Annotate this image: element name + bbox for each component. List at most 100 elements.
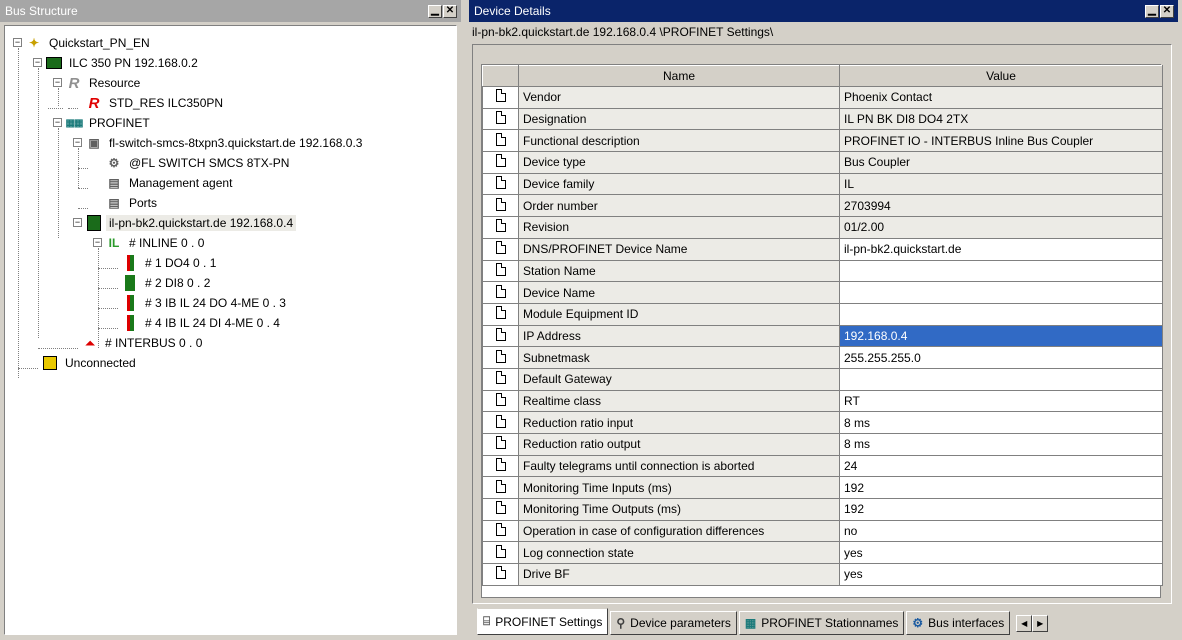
close-button[interactable]: ✕ — [1160, 4, 1174, 18]
property-doc-icon-cell — [482, 129, 519, 153]
property-row[interactable]: Reduction ratio output 8 ms — [482, 433, 1163, 456]
profinet-icon: ▦▦ — [65, 117, 84, 129]
tab-device-parameters[interactable]: ⚲ Device parameters — [610, 611, 737, 635]
property-value[interactable] — [839, 302, 1163, 326]
property-row[interactable]: Designation IL PN BK DI8 DO4 2TX — [482, 107, 1163, 131]
header-name[interactable]: Name — [518, 65, 840, 87]
property-doc-icon-cell — [482, 259, 519, 283]
property-row[interactable]: DNS/PROFINET Device Name il-pn-bk2.quicks… — [482, 237, 1163, 261]
property-row[interactable]: Operation in case of configuration diffe… — [482, 519, 1163, 543]
property-row[interactable]: Station Name — [482, 259, 1163, 283]
property-row[interactable]: Monitoring Time Outputs (ms) 192 — [482, 498, 1163, 521]
property-row[interactable]: Subnetmask 255.255.255.0 — [482, 346, 1163, 369]
property-doc-icon-cell — [482, 324, 519, 348]
property-row[interactable]: Faulty telegrams until connection is abo… — [482, 454, 1163, 478]
property-row[interactable]: Drive BF yes — [482, 563, 1163, 586]
property-doc-icon-cell — [482, 107, 519, 131]
tree-node-project[interactable]: ✦ Quickstart_PN_EN — [25, 33, 153, 53]
collapse-toggle[interactable]: − — [33, 58, 42, 67]
property-value[interactable]: 255.255.255.0 — [839, 346, 1163, 369]
tree-node-switch-device[interactable]: ⚙ @FL SWITCH SMCS 8TX-PN — [105, 153, 292, 173]
close-button[interactable]: ✕ — [443, 4, 457, 18]
property-value[interactable]: yes — [839, 563, 1163, 586]
tree-node-module[interactable]: # 3 IB IL 24 DO 4-ME 0 . 3 — [121, 293, 289, 313]
property-row[interactable]: Device type Bus Coupler — [482, 151, 1163, 174]
collapse-toggle[interactable]: − — [73, 218, 82, 227]
property-value[interactable] — [839, 281, 1163, 304]
tree-node-module[interactable]: # 1 DO4 0 . 1 — [121, 253, 219, 273]
property-row[interactable]: Log connection state yes — [482, 541, 1163, 565]
property-row[interactable]: Order number 2703994 — [482, 194, 1163, 218]
bus-tree[interactable]: − − − − − − − ✦ Quickstart_PN_EN ILC 350… — [4, 25, 457, 635]
property-value: Bus Coupler — [839, 151, 1163, 174]
tab-profinet-stationnames[interactable]: ▦ PROFINET Stationnames — [738, 611, 905, 635]
tree-node-switch[interactable]: ▣ fl-switch-smcs-8txpn3.quickstart.de 19… — [85, 133, 365, 153]
property-row[interactable]: Monitoring Time Inputs (ms) 192 — [482, 476, 1163, 500]
property-row[interactable]: Default Gateway — [482, 367, 1163, 391]
minimize-button[interactable]: ▁ — [1145, 4, 1159, 18]
property-value[interactable] — [839, 259, 1163, 283]
property-row[interactable]: Functional description PROFINET IO - INTE… — [482, 129, 1163, 153]
header-value[interactable]: Value — [839, 65, 1163, 87]
tree-node-label: Management agent — [129, 176, 233, 190]
property-value[interactable]: 192.168.0.4 — [839, 324, 1163, 348]
document-icon — [495, 349, 506, 363]
tree-node-module[interactable]: # 2 DI8 0 . 2 — [121, 273, 213, 293]
document-icon — [495, 219, 506, 233]
collapse-toggle[interactable]: − — [53, 78, 62, 87]
collapse-toggle[interactable]: − — [53, 118, 62, 127]
collapse-toggle[interactable]: − — [93, 238, 102, 247]
property-row[interactable]: Module Equipment ID — [482, 302, 1163, 326]
property-value[interactable] — [839, 367, 1163, 391]
property-value[interactable]: 8 ms — [839, 411, 1163, 434]
property-doc-icon-cell — [482, 563, 519, 586]
tree-node-ports[interactable]: ▤ Ports — [105, 193, 160, 213]
property-name: Vendor — [518, 86, 840, 109]
inline-icon: IL — [108, 236, 120, 250]
tree-node-inline[interactable]: IL # INLINE 0 . 0 — [105, 233, 207, 253]
tree-node-label: PROFINET — [89, 116, 150, 130]
property-value[interactable]: 24 — [839, 454, 1163, 478]
property-row[interactable]: IP Address 192.168.0.4 — [482, 324, 1163, 348]
panel-splitter[interactable] — [461, 0, 469, 640]
tab-label: Device parameters — [630, 616, 731, 630]
properties-table: Name Value Vendor Phoenix Contact Designat… — [482, 65, 1163, 586]
property-row[interactable]: Revision 01/2.00 — [482, 216, 1163, 239]
tree-node-interbus[interactable]: ⏶ # INTERBUS 0 . 0 — [81, 333, 205, 353]
property-value[interactable]: RT — [839, 389, 1163, 413]
tab-scroll-right-icon[interactable]: ▶ — [1032, 615, 1049, 632]
collapse-toggle[interactable]: − — [13, 38, 22, 47]
properties-grid[interactable]: Name Value Vendor Phoenix Contact Designat… — [481, 64, 1163, 598]
collapse-toggle[interactable]: − — [73, 138, 82, 147]
tree-node-profinet[interactable]: ▦▦ PROFINET — [65, 113, 153, 133]
property-value[interactable]: 192 — [839, 476, 1163, 500]
property-row[interactable]: Device Name — [482, 281, 1163, 304]
property-row[interactable]: Reduction ratio input 8 ms — [482, 411, 1163, 434]
tab-bus-interfaces[interactable]: ⚙ Bus interfaces — [906, 611, 1011, 635]
tree-node-resource[interactable]: R Resource — [65, 73, 143, 93]
resource-icon: R — [68, 74, 80, 92]
property-row[interactable]: Vendor Phoenix Contact — [482, 86, 1163, 109]
property-row[interactable]: Realtime class RT — [482, 389, 1163, 413]
property-value[interactable]: no — [839, 519, 1163, 543]
property-doc-icon-cell — [482, 498, 519, 521]
property-value[interactable]: 8 ms — [839, 433, 1163, 456]
tree-node-controller[interactable]: ILC 350 PN 192.168.0.2 — [45, 53, 201, 73]
tree-node-management[interactable]: ▤ Management agent — [105, 173, 235, 193]
tree-node-module[interactable]: # 4 IB IL 24 DI 4-ME 0 . 4 — [121, 313, 283, 333]
tree-node-std-res[interactable]: R STD_RES ILC350PN — [85, 93, 226, 113]
tab-scroll-left-icon[interactable]: ◀ — [1016, 615, 1033, 632]
document-icon — [495, 501, 506, 515]
property-row[interactable]: Device family IL — [482, 172, 1163, 196]
tree-node-bus-coupler[interactable]: il-pn-bk2.quickstart.de 192.168.0.4 — [85, 213, 297, 233]
tab-profinet-settings[interactable]: ⌸ PROFINET Settings — [477, 608, 609, 635]
property-value[interactable]: yes — [839, 541, 1163, 565]
minimize-button[interactable]: ▁ — [428, 4, 442, 18]
tree-node-label: # INTERBUS 0 . 0 — [105, 336, 203, 350]
property-value[interactable]: il-pn-bk2.quickstart.de — [839, 237, 1163, 261]
document-icon — [495, 176, 506, 190]
property-doc-icon-cell — [482, 346, 519, 369]
module-icon — [121, 315, 139, 331]
property-value[interactable]: 192 — [839, 498, 1163, 521]
tree-node-unconnected[interactable]: Unconnected — [41, 353, 139, 373]
